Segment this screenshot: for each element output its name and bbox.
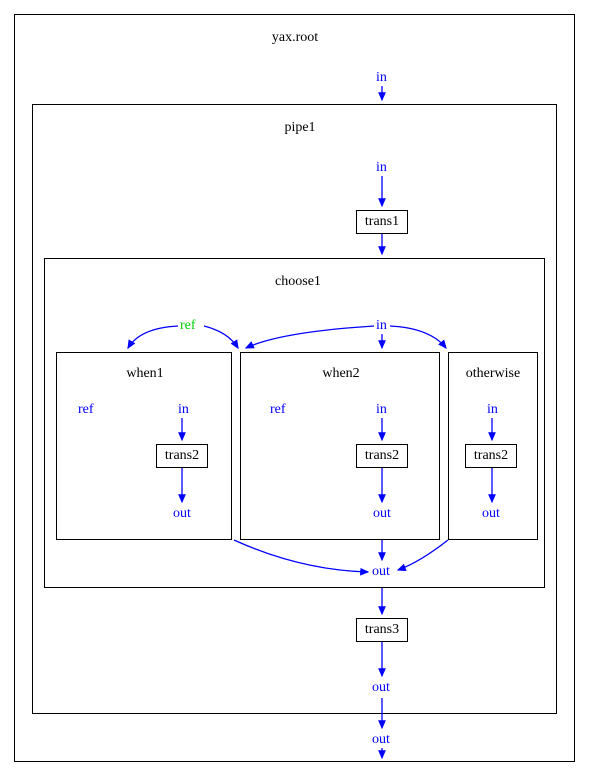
pipe1-out-port: out	[372, 680, 390, 696]
when1-in-port: in	[178, 402, 189, 418]
when2-trans2-node: trans2	[356, 444, 408, 468]
when2-title: when2	[316, 366, 366, 382]
choose1-in-port: in	[376, 318, 387, 334]
when1-ref-port: ref	[78, 402, 94, 418]
otherwise-in-port: in	[487, 402, 498, 418]
when1-title: when1	[120, 366, 170, 382]
when2-ref-port: ref	[270, 402, 286, 418]
otherwise-trans2-label: trans2	[474, 448, 508, 464]
choose1-ref-port: ref	[180, 318, 196, 334]
root-in-port: in	[376, 70, 387, 86]
trans1-node: trans1	[356, 210, 408, 234]
pipe1-title: pipe1	[275, 120, 325, 136]
pipe1-in-port: in	[376, 160, 387, 176]
when1-trans2-label: trans2	[165, 448, 199, 464]
when2-out-port: out	[373, 506, 391, 522]
when1-trans2-node: trans2	[156, 444, 208, 468]
root-title: yax.root	[250, 30, 340, 46]
choose1-title: choose1	[268, 274, 328, 290]
otherwise-trans2-node: trans2	[465, 444, 517, 468]
root-out-port: out	[372, 732, 390, 748]
trans3-node: trans3	[356, 618, 408, 642]
otherwise-out-port: out	[482, 506, 500, 522]
when2-in-port: in	[376, 402, 387, 418]
trans1-label: trans1	[365, 214, 399, 230]
diagram-canvas: yax.root in out pipe1 in out trans1 choo…	[0, 0, 589, 776]
when1-out-port: out	[173, 506, 191, 522]
otherwise-title: otherwise	[460, 366, 526, 382]
trans3-label: trans3	[365, 622, 399, 638]
when2-trans2-label: trans2	[365, 448, 399, 464]
choose1-out-port: out	[372, 564, 390, 580]
